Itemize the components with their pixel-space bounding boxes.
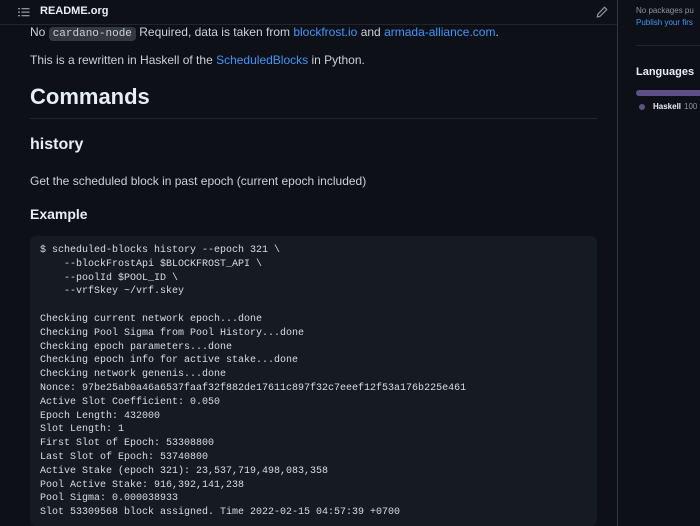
p1-mid-text: Required, data is taken from: [135, 25, 294, 39]
p2-prefix-text: This is a rewritten in Haskell of the: [30, 53, 217, 67]
scheduledblocks-link[interactable]: ScheduledBlocks: [216, 53, 308, 67]
code-line: Slot Length: 1: [40, 424, 125, 436]
code-line: First Slot of Epoch: 53308800: [40, 438, 215, 450]
code-line: Slot 53309568 block assigned. Time 2022-…: [40, 507, 401, 519]
language-bar: [636, 90, 700, 96]
edit-pencil-icon[interactable]: [596, 5, 608, 18]
p1-and-text: and: [357, 25, 385, 39]
code-line: Checking current network epoch...done: [40, 313, 263, 325]
history-heading: history: [30, 136, 84, 153]
repo-sidebar: No packages pu Publish your firs Languag…: [619, 0, 700, 526]
code-line: Epoch Length: 432000: [40, 410, 161, 422]
code-line: Last Slot of Epoch: 53740800: [40, 451, 209, 463]
commands-heading: Commands: [30, 84, 150, 109]
sidebar-divider: [636, 45, 700, 46]
code-line: Pool Active Stake: 916,392,141,238: [40, 479, 245, 491]
p1-prefix-text: No: [30, 25, 49, 39]
language-percent: 100: [684, 102, 698, 111]
readme-panel: README.org No cardano-node Required, dat…: [0, 0, 618, 526]
outline-list-icon[interactable]: [18, 5, 30, 17]
publish-package-link[interactable]: Publish your firs: [636, 18, 693, 27]
packages-text: No packages pu: [636, 6, 694, 15]
p2-suffix-text: in Python.: [308, 53, 365, 67]
languages-heading: Languages: [636, 66, 695, 78]
rewrite-paragraph: This is a rewritten in Haskell of the Sc…: [30, 53, 365, 67]
code-line: $ scheduled-blocks history --epoch 321 \: [40, 245, 281, 256]
code-line: Checking Pool Sigma from Pool History...…: [40, 327, 305, 339]
example-heading: Example: [30, 206, 88, 222]
code-line: Checking epoch info for active stake...d…: [40, 355, 299, 367]
readme-filename: README.org: [40, 5, 109, 17]
p1-end-text: .: [495, 25, 499, 39]
code-line: Nonce: 97be25ab0a46a6537faaf32f882de1761…: [40, 382, 467, 394]
language-item-haskell[interactable]: Haskell 100: [653, 102, 697, 111]
code-line: Checking network genenis...done: [40, 369, 227, 381]
code-line: --poolId $POOL_ID \: [40, 272, 179, 284]
requirements-paragraph: No cardano-node Required, data is taken …: [30, 25, 499, 41]
code-line: --blockFrostApi $BLOCKFROST_API \: [40, 258, 263, 270]
code-line: Active Slot Coefficient: 0.050: [40, 396, 221, 408]
code-line: Active Stake (epoch 321): 23,537,719,498…: [40, 465, 329, 477]
code-line: --vrfSkey ~/vrf.skey: [40, 286, 185, 298]
code-block[interactable]: $ scheduled-blocks history --epoch 321 \…: [30, 236, 597, 526]
armada-alliance-link[interactable]: armada-alliance.com: [384, 25, 495, 39]
heading-divider: [30, 118, 597, 119]
blockfrost-link[interactable]: blockfrost.io: [293, 25, 357, 39]
readme-header: README.org: [0, 0, 617, 25]
history-description: Get the scheduled block in past epoch (c…: [30, 174, 367, 188]
code-line: Pool Sigma: 0.000038933: [40, 493, 179, 505]
code-line: Checking epoch parameters...done: [40, 341, 233, 353]
cardano-node-code: cardano-node: [48, 27, 136, 41]
language-name: Haskell: [653, 102, 682, 111]
language-color-dot: [639, 104, 645, 110]
